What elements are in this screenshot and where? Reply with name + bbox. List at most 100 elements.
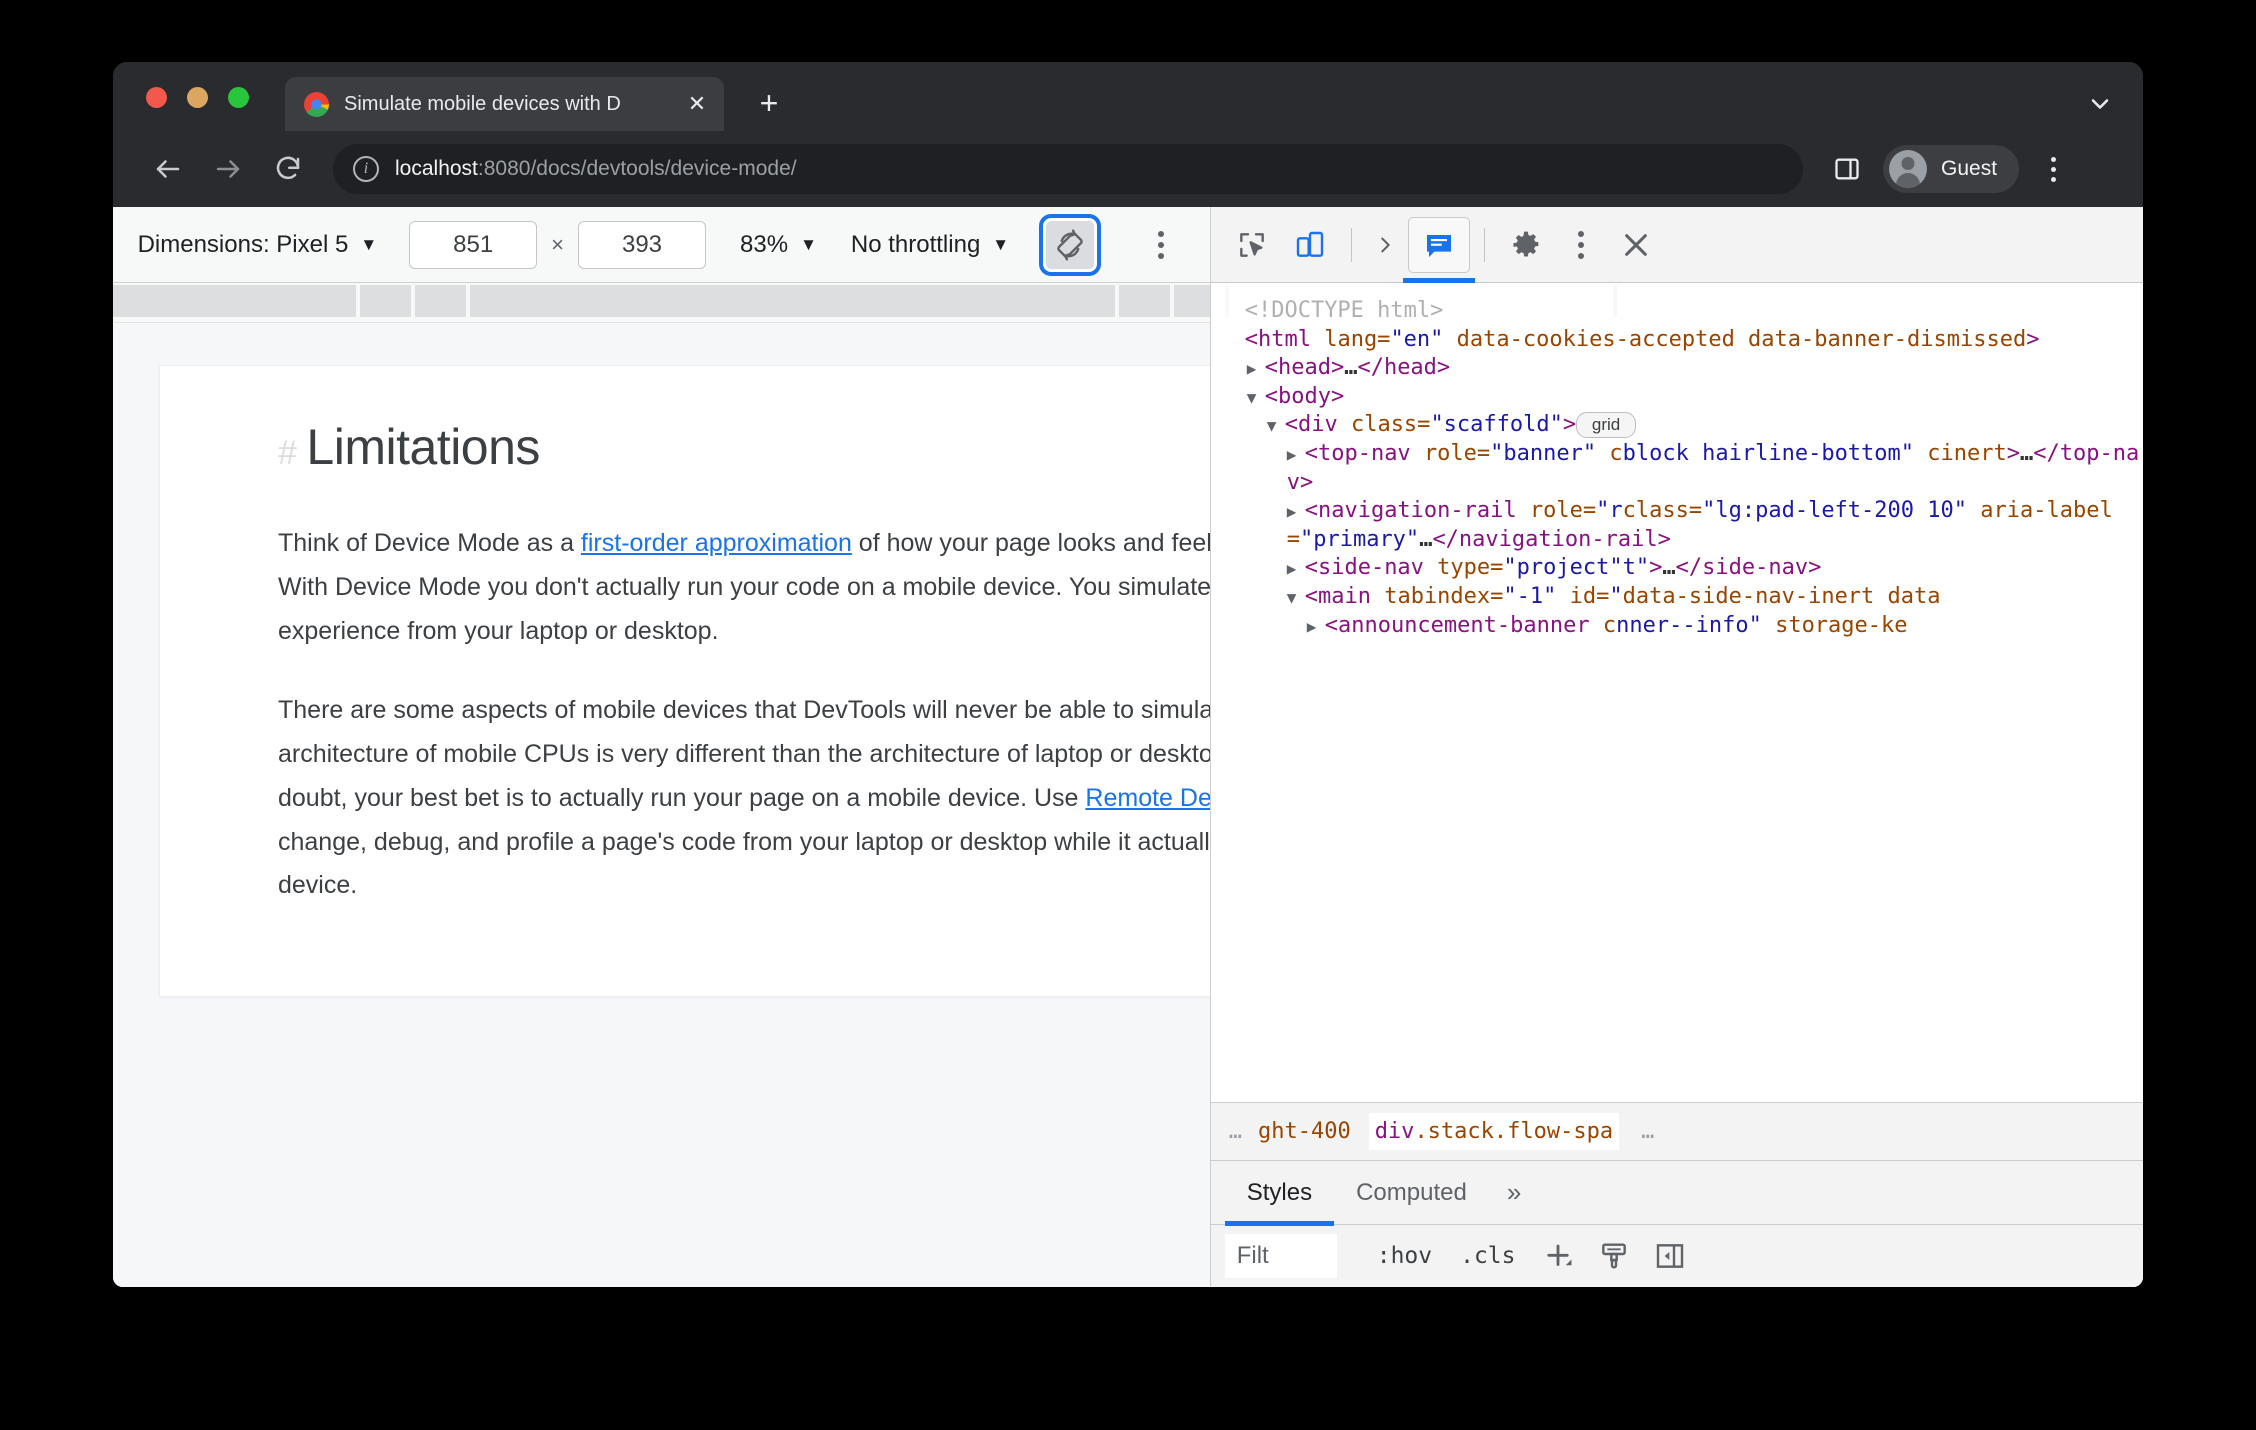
dom-token-tag: <div xyxy=(1284,412,1351,438)
close-icon[interactable] xyxy=(1609,217,1663,273)
dom-token-val: "lg:pad-left-200 1 xyxy=(1702,498,1941,524)
paragraph-text-before: Think of Device Mode as a xyxy=(278,529,581,557)
breadcrumb-overflow-left[interactable]: … xyxy=(1229,1119,1244,1144)
breadcrumb-overflow-right[interactable]: … xyxy=(1641,1119,1656,1144)
dom-token-val: t" xyxy=(1622,555,1650,581)
inspect-element-icon[interactable] xyxy=(1225,217,1279,273)
chevron-down-icon[interactable] xyxy=(2079,84,2121,124)
first-order-approximation-link[interactable]: first-order approximation xyxy=(581,529,852,557)
site-info-icon[interactable]: i xyxy=(353,156,379,182)
dom-token-ellip: … xyxy=(1662,555,1676,581)
collapse-arrow-icon[interactable]: ▶ xyxy=(1287,559,1305,580)
dom-node-line[interactable]: <html lang="en" data-cookies-accepted da… xyxy=(1227,326,2143,355)
profile-label: Guest xyxy=(1941,157,1998,180)
dom-tree[interactable]: <!DOCTYPE html> <html lang="en" data-cook… xyxy=(1211,283,2143,1102)
dom-token-attr: c xyxy=(1602,612,1617,638)
breadcrumb-item-selected[interactable]: div.stack.flow-spa xyxy=(1368,1113,1620,1150)
reload-icon[interactable] xyxy=(265,146,311,192)
chevron-down-icon: ▼ xyxy=(360,234,378,254)
back-arrow-icon[interactable] xyxy=(145,146,191,192)
dom-token-tag: <announcement-banner xyxy=(1324,612,1603,638)
browser-toolbar: i localhost :8080/docs/devtools/device-m… xyxy=(113,131,2143,207)
address-bar[interactable]: i localhost :8080/docs/devtools/device-m… xyxy=(333,144,1803,194)
chevron-down-icon: ▼ xyxy=(992,234,1010,254)
expand-arrow-icon[interactable]: ▼ xyxy=(1247,388,1265,409)
class-toggle-button[interactable]: .cls xyxy=(1446,1234,1529,1278)
dom-token-val: "banner" xyxy=(1490,440,1597,466)
paintbrush-icon[interactable] xyxy=(1586,1232,1642,1280)
expand-arrow-icon[interactable]: ▼ xyxy=(1267,416,1285,437)
gear-icon[interactable] xyxy=(1499,217,1553,273)
minimize-window-button[interactable] xyxy=(187,87,208,108)
device-toolbar: Dimensions: Pixel 5 ▼ × 83% ▼ No throttl… xyxy=(113,207,1210,283)
dom-token-ellip: … xyxy=(1419,526,1433,552)
dom-token-ellip: … xyxy=(2020,440,2034,466)
breadcrumb[interactable]: … ght-400 div.stack.flow-spa … xyxy=(1210,1102,2143,1160)
devtools-more-icon[interactable] xyxy=(1557,217,1605,273)
heading-anchor-icon[interactable]: # xyxy=(278,434,297,473)
dom-node-line[interactable]: ▶ <navigation-rail role="rclass="lg:pad-l… xyxy=(1227,497,2143,554)
hover-state-button[interactable]: :hov xyxy=(1363,1234,1446,1278)
expand-arrow-icon[interactable]: ▼ xyxy=(1287,588,1305,609)
browser-window: Simulate mobile devices with D ✕ + i loc… xyxy=(113,62,2143,1287)
filter-input[interactable] xyxy=(1224,1234,1337,1278)
profile-button[interactable]: Guest xyxy=(1883,145,2020,193)
grid-badge[interactable]: grid xyxy=(1576,412,1636,439)
dom-token-tag: <body> xyxy=(1264,383,1345,409)
rotate-device-icon[interactable] xyxy=(1039,213,1102,276)
dom-token-attr: inert xyxy=(1940,440,2007,466)
dom-token-tag: <html xyxy=(1244,326,1325,352)
ruler-tick xyxy=(1170,285,1174,317)
collapse-arrow-icon[interactable]: ▶ xyxy=(1287,502,1305,523)
chevron-right-icon[interactable] xyxy=(1366,217,1404,273)
close-tab-icon[interactable]: ✕ xyxy=(684,91,710,117)
side-panel-icon[interactable] xyxy=(1825,147,1869,191)
ruler-tick xyxy=(1115,285,1119,317)
device-toolbar-more-icon[interactable] xyxy=(1137,221,1185,269)
dom-node-line[interactable]: ▼ <body> xyxy=(1227,383,2143,412)
dom-token-attr: class= xyxy=(1622,498,1703,524)
ruler-tick xyxy=(356,285,360,317)
ruler-track xyxy=(113,285,1617,317)
dom-token-doctype: <!DOCTYPE html> xyxy=(1244,298,1444,323)
dom-node-line[interactable]: ▶ <side-nav type="project"t">…</side-nav> xyxy=(1227,554,2143,583)
dom-node-line[interactable]: ▶ <announcement-banner cnner--info" stora… xyxy=(1227,612,2143,641)
viewport-ruler[interactable] xyxy=(113,283,1617,323)
dom-node-line[interactable]: ▼ <main tabindex="-1" id="data-side-nav-i… xyxy=(1227,583,2143,612)
tab-styles[interactable]: Styles xyxy=(1224,1161,1335,1226)
browser-tab[interactable]: Simulate mobile devices with D ✕ xyxy=(285,77,724,131)
toggle-device-toolbar-icon[interactable] xyxy=(1283,217,1337,273)
kebab-menu-icon[interactable] xyxy=(2031,147,2075,191)
forward-arrow-icon[interactable] xyxy=(205,146,251,192)
device-selector[interactable]: Dimensions: Pixel 5 ▼ xyxy=(138,231,378,259)
dom-node-line[interactable]: ▼ <div class="scaffold"> grid xyxy=(1227,411,2143,440)
dom-token-tag: > xyxy=(2006,440,2021,466)
dom-node-line[interactable]: <!DOCTYPE html> xyxy=(1227,297,2143,326)
styles-tabs-overflow-icon[interactable]: » xyxy=(1489,1177,1539,1208)
tab-computed[interactable]: Computed xyxy=(1334,1161,1489,1225)
page-title-text: Limitations xyxy=(306,419,540,475)
dom-node-line[interactable]: ▶ <top-nav role="banner" cblock hairline-… xyxy=(1227,440,2143,497)
toggle-sidebar-icon[interactable] xyxy=(1642,1232,1698,1280)
toolbar-divider xyxy=(1483,227,1485,262)
collapse-arrow-icon[interactable]: ▶ xyxy=(1247,359,1265,380)
dimension-separator: × xyxy=(551,231,565,257)
dom-token-tag: <side-nav xyxy=(1304,555,1438,581)
close-window-button[interactable] xyxy=(146,87,167,108)
maximize-window-button[interactable] xyxy=(228,87,249,108)
chrome-favicon-icon xyxy=(304,91,329,117)
zoom-selector[interactable]: 83% ▼ xyxy=(740,231,817,259)
tab-elements[interactable] xyxy=(1402,216,1475,283)
dom-node-line[interactable]: ▶ <head>…</head> xyxy=(1227,354,2143,383)
height-input[interactable] xyxy=(578,220,707,269)
collapse-arrow-icon[interactable]: ▶ xyxy=(1307,617,1325,638)
width-input[interactable] xyxy=(409,220,538,269)
throttling-selector[interactable]: No throttling ▼ xyxy=(851,231,1009,259)
collapse-arrow-icon[interactable]: ▶ xyxy=(1287,445,1305,466)
dom-token-attr: data-side-nav-inert data xyxy=(1622,583,1941,609)
dom-token-tag: > xyxy=(1649,555,1663,581)
breadcrumb-item[interactable]: ght-400 xyxy=(1258,1119,1351,1144)
remote-debugging-link[interactable]: Remote Debugging xyxy=(1085,784,1209,812)
new-tab-button[interactable]: + xyxy=(749,84,789,124)
plus-icon[interactable] xyxy=(1530,1232,1586,1280)
